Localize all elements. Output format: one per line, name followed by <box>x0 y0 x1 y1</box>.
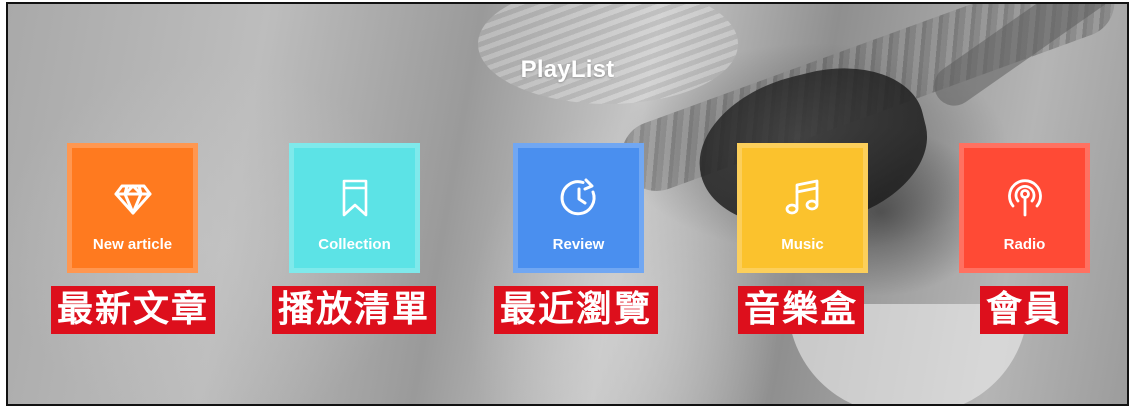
diamond-icon <box>113 178 153 218</box>
radio-label: Radio <box>1003 236 1046 253</box>
caption-radio: 會員 <box>980 286 1068 334</box>
background-photo-hair <box>478 4 738 104</box>
new-article-button[interactable]: New article <box>67 143 198 273</box>
caption-review: 最近瀏覽 <box>494 286 658 334</box>
new-article-label: New article <box>92 236 173 253</box>
collection-label: Collection <box>318 236 391 253</box>
music-label: Music <box>781 236 824 253</box>
caption-music: 音樂盒 <box>738 286 864 334</box>
history-clock-icon <box>559 178 599 218</box>
page-title: PlayList <box>520 56 615 83</box>
radio-broadcast-icon <box>1005 178 1045 218</box>
collection-button[interactable]: Collection <box>289 143 420 273</box>
music-note-icon <box>783 178 823 218</box>
radio-button[interactable]: Radio <box>959 143 1090 273</box>
caption-collection: 播放清單 <box>272 286 436 334</box>
review-label: Review <box>552 236 605 253</box>
music-button[interactable]: Music <box>737 143 868 273</box>
bookmark-icon <box>335 178 375 218</box>
playlist-panel: PlayList New article Collection Review M… <box>6 2 1129 406</box>
caption-new-article: 最新文章 <box>51 286 215 334</box>
review-button[interactable]: Review <box>513 143 644 273</box>
